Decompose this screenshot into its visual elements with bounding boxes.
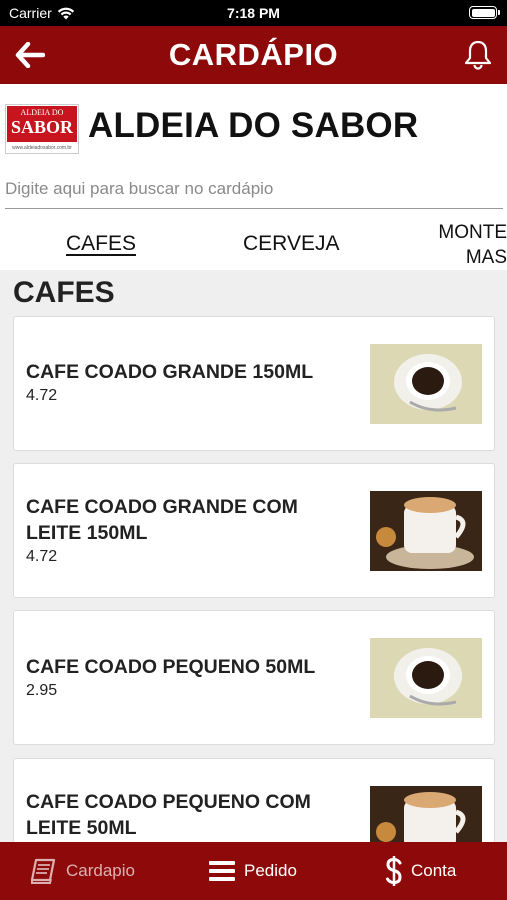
nav-bar: CARDÁPIO [0,26,507,84]
logo-url: www.aldeiadosabor.com.br [12,145,72,151]
product-image [370,786,482,842]
clock: 7:18 PM [227,5,280,21]
coffee-with-milk-icon [370,786,482,842]
restaurant-name: ALDEIA DO SABOR [88,106,419,145]
tab-cardapio[interactable]: Cardapio [30,842,135,900]
product-card[interactable]: CAFE COADO GRANDE 150ML 4.72 [13,316,495,451]
product-price: 4.72 [26,387,58,404]
tab-cerveja[interactable]: CERVEJA [243,232,339,256]
product-image [370,491,482,571]
category-tabs: CAFES CERVEJA MONTE MAS [0,214,507,270]
product-price: 4.72 [26,548,58,565]
search-bar [0,170,507,214]
tab-label-line-1: MONTE [438,222,507,243]
dollar-icon [386,856,402,886]
product-card[interactable]: CAFE COADO PEQUENO 50ML 2.95 [13,610,495,745]
restaurant-header: ALDEIA DO SABOR www.aldeiadosabor.com.br… [0,84,507,170]
logo-line-2: SABOR [10,117,73,137]
product-image [370,344,482,424]
tab-conta[interactable]: Conta [385,842,456,900]
page-title: CARDÁPIO [168,37,339,72]
restaurant-logo: ALDEIA DO SABOR www.aldeiadosabor.com.br [5,104,79,154]
product-card[interactable]: CAFE COADO PEQUENO COM LEITE 50ML [13,758,495,842]
tab-pedido-label: Pedido [244,861,297,880]
tab-monte-mas[interactable]: MONTE MAS [410,220,507,270]
arrow-left-icon [15,42,45,68]
coffee-cup-icon [370,344,482,424]
tab-cardapio-label: Cardapio [66,861,135,880]
coffee-cup-icon [370,638,482,718]
tab-cafes[interactable]: CAFES [66,232,136,256]
product-card[interactable]: CAFE COADO GRANDE COM LEITE 150ML 4.72 [13,463,495,598]
tab-pedido[interactable]: Pedido [208,842,297,900]
tab-conta-label: Conta [411,861,457,880]
product-name: CAFE COADO PEQUENO COM LEITE 50ML [26,791,311,839]
tab-label-line-2: MAS [465,247,507,268]
product-name: CAFE COADO PEQUENO 50ML [26,656,316,678]
search-input[interactable] [5,170,503,209]
product-price: 2.95 [26,682,58,699]
bell-icon [464,40,492,70]
product-name: CAFE COADO GRANDE COM LEITE 150ML [26,496,298,544]
bottom-tab-bar: Cardapio Pedido Conta [0,842,507,900]
back-button[interactable] [14,40,46,70]
product-list[interactable]: CAFE COADO GRANDE 150ML 4.72 CAFE COADO … [13,316,495,842]
menu-lines-icon [209,861,235,881]
coffee-with-milk-icon [370,491,482,571]
notifications-button[interactable] [461,38,495,72]
product-image [370,638,482,718]
section-title: CAFES [13,276,115,309]
status-bar: Carrier 7:18 PM [0,0,507,26]
battery-icon [469,6,500,19]
product-name: CAFE COADO GRANDE 150ML [26,361,314,383]
book-icon [30,858,56,884]
